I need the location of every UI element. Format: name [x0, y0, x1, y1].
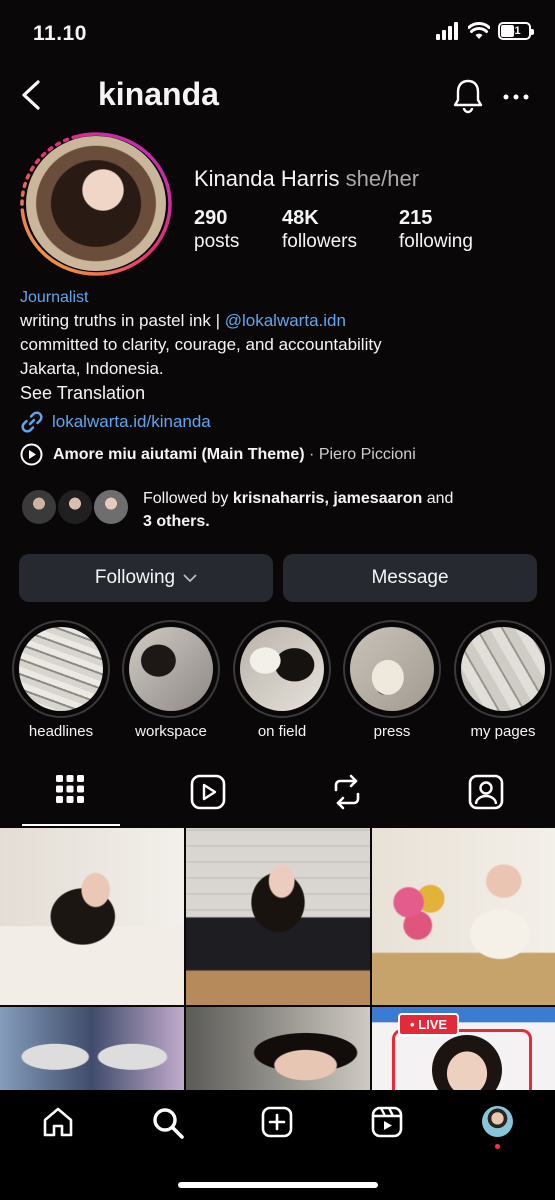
- following-button[interactable]: Following: [19, 554, 273, 602]
- see-translation-link[interactable]: See Translation: [20, 381, 145, 405]
- mutual-followers-avatars[interactable]: [20, 488, 132, 528]
- bio-mention-link[interactable]: @lokalwarta.idn: [225, 311, 346, 330]
- profile-link-text: lokalwarta.id/kinanda: [52, 412, 211, 431]
- bio-text: writing truths in pastel ink |: [20, 311, 225, 330]
- bio-line-2: committed to clarity, courage, and accou…: [20, 335, 382, 354]
- tagged-icon[interactable]: [468, 774, 504, 810]
- highlight-label: workspace: [135, 723, 207, 740]
- battery-level: 41: [508, 25, 521, 37]
- reels-tab-icon[interactable]: [190, 774, 226, 810]
- highlight-on-field[interactable]: on field: [232, 620, 332, 740]
- highlight-label: my pages: [470, 723, 536, 740]
- stat-posts[interactable]: 290 posts: [194, 207, 239, 253]
- live-badge: • LIVE: [398, 1013, 460, 1036]
- active-tab-indicator: [22, 824, 120, 826]
- post-thumbnail[interactable]: [372, 828, 555, 1005]
- stat-followers[interactable]: 48K followers: [282, 207, 357, 253]
- followed-by-others: 3 others.: [143, 513, 210, 530]
- highlight-ring: [233, 620, 331, 718]
- pronouns: she/her: [345, 166, 420, 191]
- post-thumbnail[interactable]: [186, 828, 370, 1005]
- highlight-cover: [461, 627, 545, 711]
- cellular-signal-icon: [436, 22, 458, 40]
- bell-icon[interactable]: [452, 78, 484, 114]
- stat-value: 215: [399, 207, 433, 229]
- play-circle-icon: [20, 443, 43, 466]
- highlight-label: on field: [257, 723, 307, 740]
- home-icon[interactable]: [42, 1106, 74, 1138]
- search-icon[interactable]: [151, 1106, 185, 1140]
- highlight-ring: [122, 620, 220, 718]
- message-button[interactable]: Message: [283, 554, 537, 602]
- mutual-avatar: [56, 488, 94, 526]
- post-thumbnail[interactable]: [0, 828, 184, 1005]
- post-thumbnail[interactable]: • LIVE: [372, 1007, 555, 1090]
- profile-avatar[interactable]: [26, 136, 166, 271]
- highlight-ring: [343, 620, 441, 718]
- highlight-my-pages[interactable]: my pages: [453, 620, 553, 740]
- status-time: 11.10: [33, 22, 87, 45]
- bio-line-1: writing truths in pastel ink | @lokalwar…: [20, 309, 346, 333]
- stat-label: followers: [282, 231, 357, 252]
- stat-value: 290: [194, 207, 228, 229]
- profile-username: kinanda: [98, 76, 219, 112]
- back-arrow-icon[interactable]: [18, 78, 44, 112]
- followed-by-names: krisnaharris, jamesaaron: [232, 490, 423, 507]
- profile-nav-avatar[interactable]: [482, 1106, 513, 1137]
- profile-music[interactable]: Amore miu aiutami (Main Theme) · Piero P…: [20, 443, 416, 466]
- followed-by-and: and: [422, 490, 454, 507]
- more-options-icon[interactable]: [503, 93, 529, 101]
- highlight-label: headlines: [28, 723, 94, 740]
- profile-tabs: [0, 764, 555, 826]
- notification-dot: [495, 1144, 500, 1149]
- chevron-down-icon: [183, 574, 197, 582]
- message-button-label: Message: [371, 567, 449, 588]
- repost-icon[interactable]: [330, 774, 364, 810]
- following-button-label: Following: [94, 567, 176, 588]
- mutual-avatar: [92, 488, 130, 526]
- create-post-icon[interactable]: [261, 1106, 293, 1138]
- stat-following[interactable]: 215 following: [399, 207, 473, 253]
- bottom-nav: [0, 1090, 555, 1200]
- reels-icon[interactable]: [371, 1106, 403, 1138]
- grid-icon[interactable]: [55, 774, 85, 804]
- highlight-ring: [454, 620, 552, 718]
- highlight-headlines[interactable]: headlines: [11, 620, 111, 740]
- highlight-cover: [129, 627, 213, 711]
- stat-label: posts: [194, 231, 240, 252]
- battery-icon: 41: [498, 22, 534, 40]
- highlight-cover: [19, 627, 103, 711]
- music-title: Amore miu aiutami (Main Theme): [53, 445, 305, 463]
- highlight-workspace[interactable]: workspace: [121, 620, 221, 740]
- followed-by-text[interactable]: Followed by krisnaharris, jamesaaron and…: [143, 487, 523, 533]
- profile-link[interactable]: lokalwarta.id/kinanda: [20, 410, 211, 434]
- home-indicator: [178, 1182, 378, 1188]
- highlight-cover: [240, 627, 324, 711]
- profile-category: Journalist: [20, 289, 89, 306]
- highlight-label: press: [373, 723, 411, 740]
- display-name: Kinanda Harris: [194, 166, 340, 191]
- followed-by-prefix: Followed by: [143, 490, 233, 507]
- highlight-ring: [12, 620, 110, 718]
- stat-value: 48K: [282, 207, 319, 229]
- display-name-row: Kinanda Harris she/her: [194, 166, 419, 192]
- link-icon: [21, 411, 43, 433]
- mutual-avatar: [20, 488, 58, 526]
- status-icons: 41: [436, 22, 534, 40]
- post-thumbnail[interactable]: [0, 1007, 184, 1090]
- post-grid: • LIVE: [0, 828, 555, 1090]
- wifi-icon: [468, 22, 490, 39]
- post-thumbnail[interactable]: [186, 1007, 370, 1090]
- highlight-cover: [350, 627, 434, 711]
- music-artist: · Piero Piccioni: [309, 445, 416, 463]
- stat-label: following: [399, 231, 473, 252]
- highlight-press[interactable]: press: [342, 620, 442, 740]
- bio-line-3: Jakarta, Indonesia.: [20, 359, 164, 378]
